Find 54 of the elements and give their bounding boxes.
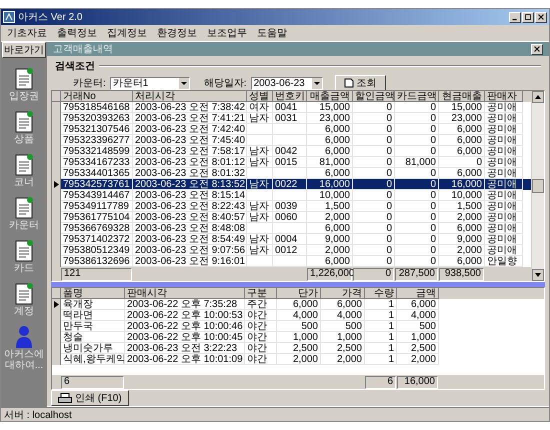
print-button[interactable]: 인쇄 (F10) — [51, 390, 129, 406]
menu-item[interactable]: 환경정보 — [157, 26, 197, 40]
total-cell: 6 — [365, 376, 396, 389]
scroll-down-button[interactable] — [532, 269, 544, 281]
document-icon — [14, 239, 34, 263]
minimize-button[interactable] — [509, 12, 521, 22]
table-cell: 2,000 — [397, 354, 439, 365]
document-icon — [14, 110, 34, 134]
status-text: 서버 : localhost — [4, 408, 72, 421]
row-pointer-icon — [54, 301, 58, 308]
table-row[interactable]: 795342573761 2003-06-23 오전 8:13:52 남자 0022 16,000 0 0 16,000 공미애 — [52, 179, 531, 190]
search-button[interactable]: 조회 — [334, 75, 386, 91]
table-cell: 식혜,왕두케익 — [61, 354, 125, 365]
scroll-thumb[interactable] — [532, 179, 544, 193]
document-icon — [14, 282, 34, 306]
table-cell: 2,000 — [277, 354, 321, 365]
menu-item[interactable]: 도움말 — [257, 26, 287, 40]
document-icon — [14, 196, 34, 220]
document-icon — [14, 67, 34, 91]
panel-title: 고객매출내역 — [53, 43, 113, 56]
total-cell: 121 — [61, 268, 132, 281]
field-label: 카운터: — [73, 77, 106, 90]
total-cell: 16,000 — [397, 376, 438, 389]
row-pointer-icon — [54, 181, 58, 188]
document-icon — [14, 153, 34, 177]
maximize-button[interactable] — [522, 12, 534, 22]
table-cell: 2,000 — [321, 354, 365, 365]
menu-item[interactable]: 집계정보 — [107, 26, 147, 40]
close-button[interactable] — [531, 44, 543, 54]
scrollbar[interactable] — [531, 91, 544, 281]
printer-icon — [58, 392, 72, 404]
table-cell: 1 — [365, 354, 397, 365]
section-title: 검색조건 — [55, 60, 95, 73]
document-icon — [344, 78, 354, 88]
window-title: 아커스 Ver 2.0 — [18, 11, 82, 24]
total-cell: 938,500 — [439, 268, 484, 281]
person-icon — [14, 325, 34, 349]
total-cell: 6 — [61, 376, 124, 389]
field-label: 해당일자: — [204, 77, 247, 90]
table-cell: 2003-06-22 오후 10:01:09 — [125, 354, 245, 365]
date-picker[interactable]: 2003-06-23 — [250, 76, 323, 90]
menu-item[interactable]: 출력정보 — [57, 26, 97, 40]
shortcut-button[interactable]: 바로가기 — [2, 42, 46, 58]
scroll-up-button[interactable] — [532, 91, 544, 103]
caret-icon — [178, 78, 189, 88]
menu-item[interactable]: 보조업무 — [207, 26, 247, 40]
counter-dropdown[interactable]: 카운터1 — [110, 76, 190, 90]
total-cell: 287,500 — [395, 268, 438, 281]
table-cell: 야간 — [245, 354, 277, 365]
caret-icon — [312, 78, 322, 88]
menu-item[interactable]: 기초자료 — [7, 26, 47, 40]
close-button[interactable] — [535, 12, 547, 22]
total-cell: 0 — [353, 268, 394, 281]
app-icon — [3, 11, 15, 23]
